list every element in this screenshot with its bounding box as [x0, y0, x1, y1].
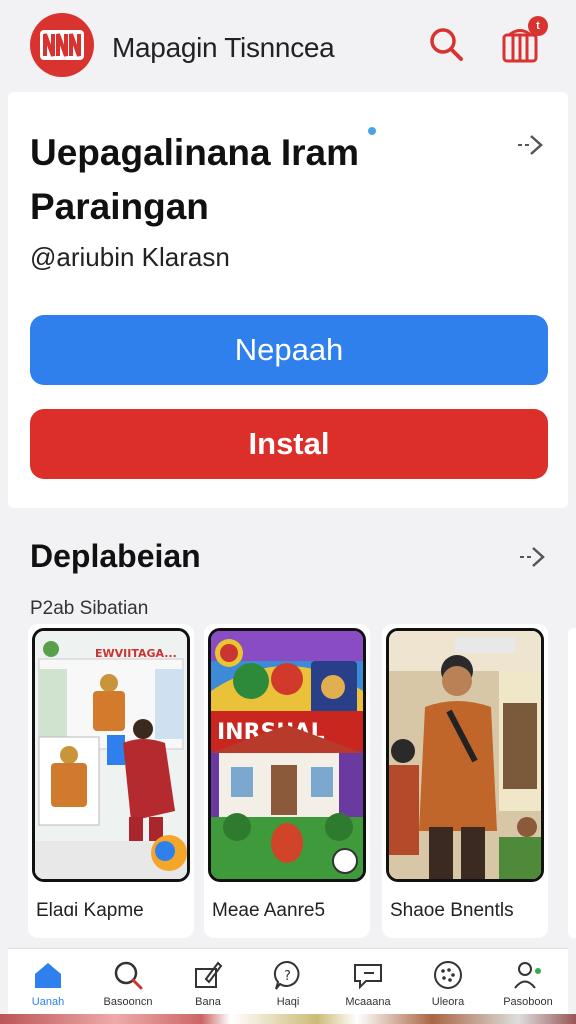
help-icon: ?: [273, 960, 300, 990]
screenshot-tile[interactable]: INRSUAL Meae Aanre5: [204, 624, 370, 938]
app-title: Mapagin Tisnncea: [112, 32, 335, 63]
nav-label: Uanah: [31, 996, 65, 1008]
tile-label: Shaoe Bnentls: [390, 900, 514, 921]
nav-label: Haqi: [276, 996, 300, 1008]
screenshot-tile[interactable]: EWVIITAGA... Elaɑi Kapme: [28, 624, 194, 938]
nav-home[interactable]: Uanah: [8, 949, 88, 1014]
search-button[interactable]: [426, 24, 466, 64]
nav-label: Bana: [195, 996, 221, 1008]
edit-icon: [195, 961, 223, 988]
chevron-right-icon[interactable]: [516, 130, 546, 160]
bottom-nav: Uanah Basooncn Bana ? Haqi Mcaaana Uleor…: [8, 948, 568, 1014]
nav-search[interactable]: Basooncn: [88, 949, 168, 1014]
profile-icon: [514, 962, 541, 989]
app-name-line1: Uepagalinana Iram: [30, 132, 360, 173]
developer-handle[interactable]: @ariubin Klarasn: [30, 242, 230, 273]
app-card: Uepagalinana Iram Paraingan @ariubin Kla…: [8, 92, 568, 508]
section-subtitle: P2ab Sibatian: [30, 598, 149, 619]
screenshot-image: EWVIITAGA...: [32, 628, 190, 882]
screenshot-tile[interactable]: Shaoe Bnentls: [382, 624, 548, 938]
notification-badge: t: [528, 16, 548, 36]
nav-label: Mcaaana: [345, 996, 391, 1008]
notifications-button[interactable]: t: [500, 16, 548, 64]
screenshot-image: INRSUAL: [208, 628, 366, 882]
top-bar: Mapagin Tisnncea t: [0, 0, 576, 90]
logo-mark-icon: [40, 30, 84, 60]
message-icon: [354, 964, 382, 990]
nav-apps[interactable]: Uleora: [408, 949, 488, 1014]
nav-label: Uleora: [431, 996, 465, 1008]
install-button[interactable]: Instal: [30, 409, 548, 479]
search-icon: [430, 28, 463, 61]
section-title: Deplabeian: [30, 538, 201, 574]
screenshot-image: [386, 628, 544, 882]
nav-messages[interactable]: Mcaaana: [328, 949, 408, 1014]
open-button[interactable]: Nepaah: [30, 315, 548, 385]
next-tile-edge[interactable]: [568, 628, 576, 938]
nav-edit[interactable]: Bana: [168, 949, 248, 1014]
search-icon: [114, 961, 143, 990]
nav-label: Basooncn: [103, 996, 153, 1008]
tile-label: Meae Aanre5: [212, 900, 326, 921]
tile-banner: EWVIITAGA...: [95, 647, 177, 660]
app-logo[interactable]: [30, 13, 94, 77]
svg-text:?: ?: [284, 969, 291, 984]
nav-profile[interactable]: Pasoboon: [488, 949, 568, 1014]
section-more-icon[interactable]: [518, 542, 548, 572]
tile-label: Elaɑi Kapme: [36, 900, 144, 921]
app-name: Uepagalinana Iram Paraingan: [30, 126, 470, 234]
nav-label: Pasoboon: [503, 996, 553, 1008]
grid-icon: [434, 961, 462, 989]
verified-dot-icon: [368, 127, 376, 135]
nav-help[interactable]: ? Haqi: [248, 949, 328, 1014]
app-name-line2: Paraingan: [30, 186, 209, 227]
home-icon: [35, 963, 61, 988]
content-below-strip: [0, 1014, 576, 1024]
